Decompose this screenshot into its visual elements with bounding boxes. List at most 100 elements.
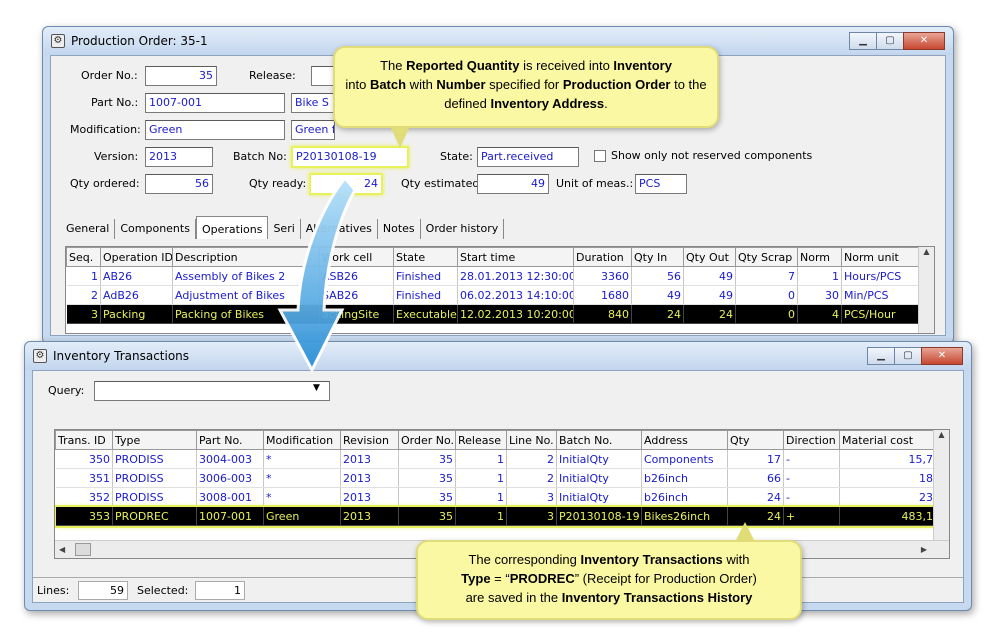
minimize-button[interactable]: ▁ <box>867 347 895 365</box>
cell: 23 <box>839 487 936 507</box>
cell: 15,7 <box>839 449 936 469</box>
cell: 49 <box>683 285 736 305</box>
column-header[interactable]: Modification <box>263 430 341 450</box>
close-button[interactable]: ✕ <box>921 347 963 365</box>
batch-no-field[interactable]: P20130108-19 <box>291 146 409 168</box>
operations-vertical-scrollbar[interactable]: ▲ <box>918 247 934 333</box>
minimize-button[interactable]: ▁ <box>849 32 877 50</box>
cell: 12.02.2013 10:20:00 <box>457 304 574 324</box>
cell: 1 <box>455 449 507 469</box>
cell: 06.02.2013 14:10:00 <box>457 285 574 305</box>
column-header[interactable]: Line No. <box>506 430 557 450</box>
qty-estimated-field[interactable]: 49 <box>477 174 549 194</box>
tab-order-history[interactable]: Order history <box>420 219 505 239</box>
column-header[interactable]: Qty Out <box>683 247 736 267</box>
column-header[interactable]: Qty <box>727 430 784 450</box>
qty-estimated-label: Qty estimated: <box>401 177 484 190</box>
cell: 35 <box>398 506 456 526</box>
callout-bold: Reported Quantity <box>406 58 520 73</box>
close-button[interactable]: ✕ <box>903 32 945 50</box>
scroll-right-icon[interactable]: ▶ <box>921 545 927 554</box>
tab-general[interactable]: General <box>61 219 116 239</box>
cell: Components <box>641 449 728 469</box>
scroll-up-icon[interactable]: ▲ <box>934 430 949 439</box>
cell: 2013 <box>340 487 399 507</box>
cell: P20130108-19 <box>556 506 642 526</box>
cell: 1007-001 <box>196 506 264 526</box>
column-header[interactable]: Address <box>641 430 728 450</box>
column-header[interactable]: Direction <box>783 430 840 450</box>
column-header[interactable]: Qty In <box>631 247 684 267</box>
table-row-selected[interactable]: 3 Packing Packing of Bikes ackingSite Ex… <box>66 304 921 324</box>
cell: 1 <box>797 266 842 286</box>
scroll-up-icon[interactable]: ▲ <box>919 247 934 256</box>
selected-label: Selected: <box>137 584 189 597</box>
cell: * <box>263 487 341 507</box>
table-row[interactable]: 352 PRODISS 3008-001 * 2013 35 1 3 Initi… <box>55 487 936 507</box>
inventory-titlebar[interactable]: ⚙ Inventory Transactions ▁ ▢ ✕ <box>25 342 971 370</box>
column-header[interactable]: Order No. <box>398 430 456 450</box>
table-row[interactable]: 350 PRODISS 3004-003 * 2013 35 1 2 Initi… <box>55 449 936 469</box>
scroll-left-icon[interactable]: ◀ <box>59 545 65 554</box>
scroll-thumb[interactable] <box>75 543 91 556</box>
callout-bold: Inventory Transactions <box>580 552 723 567</box>
part-no-field[interactable]: 1007-001 <box>145 93 285 113</box>
callout-bottom-pointer <box>735 522 755 542</box>
show-only-not-reserved-checkbox[interactable] <box>594 150 606 162</box>
order-no-field[interactable]: 35 <box>145 66 217 86</box>
maximize-button[interactable]: ▢ <box>894 347 922 365</box>
callout-text: . <box>604 96 608 111</box>
cell: 2013 <box>340 506 399 526</box>
part-name-field[interactable]: Bike S <box>291 93 335 113</box>
qty-ordered-field[interactable]: 56 <box>145 174 213 194</box>
state-field[interactable]: Part.received <box>477 147 579 167</box>
query-label: Query: <box>48 384 85 397</box>
callout-bold: Type <box>461 571 491 586</box>
maximize-button[interactable]: ▢ <box>876 32 904 50</box>
release-label: Release: <box>249 69 296 82</box>
inventory-header-row: Trans. ID Type Part No. Modification Rev… <box>55 430 936 450</box>
table-row[interactable]: 351 PRODISS 3006-003 * 2013 35 1 2 Initi… <box>55 468 936 488</box>
query-select[interactable] <box>94 381 330 401</box>
column-header[interactable]: Norm unit <box>841 247 921 267</box>
cell: * <box>263 468 341 488</box>
column-header[interactable]: Release <box>455 430 507 450</box>
part-no-label: Part No.: <box>91 96 139 109</box>
cell: PRODISS <box>112 487 197 507</box>
tab-notes[interactable]: Notes <box>377 219 421 239</box>
column-header[interactable]: Qty Scrap <box>735 247 798 267</box>
column-header[interactable]: Norm <box>797 247 842 267</box>
column-header[interactable]: Seq. <box>66 247 101 267</box>
cell: 0 <box>735 304 798 324</box>
inventory-vertical-scrollbar[interactable]: ▲ <box>933 430 949 540</box>
order-no-label: Order No.: <box>81 69 138 82</box>
app-icon: ⚙ <box>51 34 65 48</box>
table-row[interactable]: 1 AB26 Assembly of Bikes 2 ASB26 Finishe… <box>66 266 921 286</box>
column-header[interactable]: Duration <box>573 247 632 267</box>
cell: 35 <box>398 449 456 469</box>
unit-of-meas-label: Unit of meas.: <box>556 177 634 190</box>
table-row-selected[interactable]: 353 PRODREC 1007-001 Green 2013 35 1 3 P… <box>55 504 938 528</box>
column-header[interactable]: Trans. ID <box>55 430 113 450</box>
cell: 30 <box>797 285 842 305</box>
unit-of-meas-field[interactable]: PCS <box>635 174 687 194</box>
column-header[interactable]: Batch No. <box>556 430 642 450</box>
column-header[interactable]: Type <box>112 430 197 450</box>
cell: 3 <box>66 304 101 324</box>
cell: PRODREC <box>112 506 197 526</box>
cell: 483,1 <box>839 506 936 526</box>
release-field[interactable] <box>311 66 335 86</box>
table-row[interactable]: 2 AdB26 Adjustment of Bikes SAB26 Finish… <box>66 285 921 305</box>
tab-components[interactable]: Components <box>115 219 196 239</box>
modification-desc-field[interactable]: Green frame + Gre <box>291 120 335 140</box>
column-header[interactable]: Revision <box>340 430 399 450</box>
column-header[interactable]: Part No. <box>196 430 264 450</box>
modification-field[interactable]: Green <box>145 120 285 140</box>
column-header[interactable]: Start time <box>457 247 574 267</box>
column-header[interactable]: State <box>393 247 458 267</box>
chevron-down-icon[interactable]: ▼ <box>313 383 320 393</box>
column-header[interactable]: Material cost <box>839 430 936 450</box>
column-header[interactable]: Operation ID <box>100 247 173 267</box>
version-field[interactable]: 2013 <box>145 147 213 167</box>
cell: 0 <box>735 285 798 305</box>
